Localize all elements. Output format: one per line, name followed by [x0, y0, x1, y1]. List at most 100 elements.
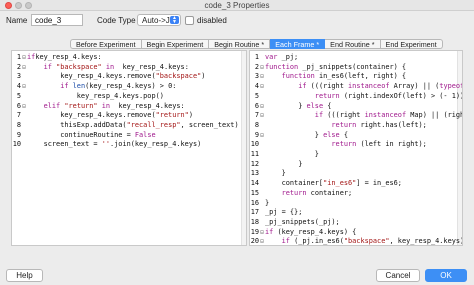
code-token: instanceof [364, 111, 407, 120]
code-token: if [43, 62, 52, 71]
python-code-editor[interactable]: 1⊟ifkey_resp_4.keys: 2⊟ if "backspace" in… [11, 50, 247, 246]
js-code-line: 10 return (left in right); [250, 139, 462, 149]
code-token: { [323, 101, 332, 110]
line-number: 3 [16, 72, 21, 81]
code-token: (_pj.in_es6( [289, 237, 344, 246]
line-number: 9 [254, 130, 259, 139]
js-code-line: 9⊟ } else { [250, 130, 462, 140]
dialog-footer: Help Cancel OK [0, 247, 474, 285]
ok-button[interactable]: OK [425, 269, 467, 282]
code-token: typeof [439, 82, 463, 91]
line-number: 8 [16, 120, 21, 129]
code-token: elif [43, 101, 61, 110]
code-token: if [60, 82, 73, 91]
code-token: (key_resp_4.keys) > 0: [85, 82, 177, 91]
js-code-line: 7⊟ if (((right instanceof Map) || (right… [250, 110, 462, 120]
js-code-line: 1 var _pj; [250, 52, 462, 62]
js-code-line: 20⊟ if (_pj.in_es6("backspace", key_resp… [250, 236, 463, 246]
js-code-line: 13 } [250, 168, 462, 178]
cancel-button[interactable]: Cancel [376, 269, 420, 282]
code-token: "in_es6" [323, 179, 357, 188]
code-token: if [314, 111, 324, 120]
js-code-line: 18 _pj_snippets(_pj); [250, 217, 462, 227]
code-token: Array) || ( [389, 82, 440, 91]
code-token: key_resp_4.keys: [114, 62, 189, 71]
js-code-line: 14 container["in_es6"] = in_es6; [250, 178, 462, 188]
code-token: key_resp_4.keys.remove( [27, 111, 156, 120]
code-token: continueRoutine = [27, 130, 135, 139]
line-number: 6 [254, 101, 259, 110]
code-token: key_resp_4.keys: [35, 53, 102, 61]
code-token: right.has(left); [356, 120, 427, 129]
help-button[interactable]: Help [6, 269, 43, 282]
tab-each-frame[interactable]: Each Frame * [270, 39, 326, 49]
code-token: ) [188, 111, 193, 120]
code-token: } [265, 169, 286, 178]
line-number: 5 [16, 91, 21, 100]
code-token: (left in right); [356, 140, 427, 149]
line-number: 7 [16, 111, 21, 120]
js-code-editor[interactable]: 1 var _pj; 2⊟function _pj_snippets(contain… [249, 50, 463, 246]
code-token: (key_resp_4.keys) { [273, 227, 357, 236]
code-token: var [265, 53, 278, 61]
code-token: container[ [265, 179, 324, 188]
code-token: key_resp_4.keys.remove( [27, 72, 156, 81]
code-token: return [331, 140, 357, 149]
code-token: } [265, 150, 319, 158]
line-number: 11 [250, 150, 259, 158]
code-token: .join(key_resp_4.keys) [110, 140, 202, 149]
name-input[interactable]: code_3 [31, 14, 83, 26]
code-token: _pj; [277, 53, 299, 61]
code-token: (((right [323, 111, 365, 120]
code-type-select[interactable]: Auto->JS ▲ ▼ [137, 14, 181, 26]
code-token: _pj_snippets(_pj); [265, 217, 340, 226]
code-token: (right.indexOf(left) > (- 1)); [339, 91, 463, 100]
disabled-checkbox[interactable] [185, 16, 194, 25]
line-number: 7 [254, 111, 259, 120]
code-token: _pj = {}; [265, 208, 303, 217]
code-token: container; [306, 188, 353, 197]
js-code-line: 11 } [250, 149, 462, 159]
code-token: "backspace" [343, 237, 390, 246]
tab-before-experiment[interactable]: Before Experiment [70, 39, 142, 49]
tab-end-routine[interactable]: End Routine * [325, 39, 381, 49]
code-token: "return" [155, 111, 189, 120]
python-code-line: 10 screen_text = ''.join(key_resp_4.keys… [12, 139, 246, 149]
code-token: if [281, 237, 290, 246]
code-token: , key_resp_4.keys)) { [389, 237, 463, 246]
code-token: ] = in_es6; [356, 179, 402, 188]
code-token: else [323, 130, 340, 139]
python-code-line: 6⊟ elif "return" in key_resp_4.keys: [12, 101, 246, 111]
js-code-line: 2⊟function _pj_snippets(container) { [250, 62, 462, 72]
tab-begin-routine[interactable]: Begin Routine * [209, 39, 271, 49]
python-code-line: 7 key_resp_4.keys.remove("return") [12, 110, 246, 120]
code-token: thisExp.addData( [27, 120, 127, 129]
name-label: Name [6, 16, 28, 25]
code-token: "return" [60, 101, 98, 110]
line-number: 19 [250, 227, 259, 236]
line-number: 1 [16, 53, 21, 61]
line-number: 10 [12, 140, 21, 149]
line-number: 10 [250, 140, 259, 149]
js-code-line: 16} [250, 198, 462, 208]
code-token: return [281, 188, 307, 197]
code-token: screen_text = [27, 140, 102, 149]
code-token: Map) || (right [410, 111, 462, 120]
tab-begin-experiment[interactable]: Begin Experiment [141, 39, 210, 49]
code-token: in_es6(left, right) { [314, 72, 407, 81]
js-code-line: 6⊟ } else { [250, 101, 462, 111]
js-code-line: 19⊟if (key_resp_4.keys) { [250, 227, 462, 237]
line-number: 1 [254, 53, 259, 61]
tab-end-experiment[interactable]: End Experiment [380, 39, 443, 49]
js-code-line: 3⊟ function in_es6(left, right) { [250, 71, 462, 81]
js-code-line: 17 _pj = {}; [250, 207, 462, 217]
code-token: _pj_snippets(container) { [298, 62, 407, 71]
js-code-line: 5 return (right.indexOf(left) > (- 1)); [250, 91, 462, 101]
code-token: "recall_resp" [126, 120, 181, 129]
code-token: in [97, 101, 111, 110]
